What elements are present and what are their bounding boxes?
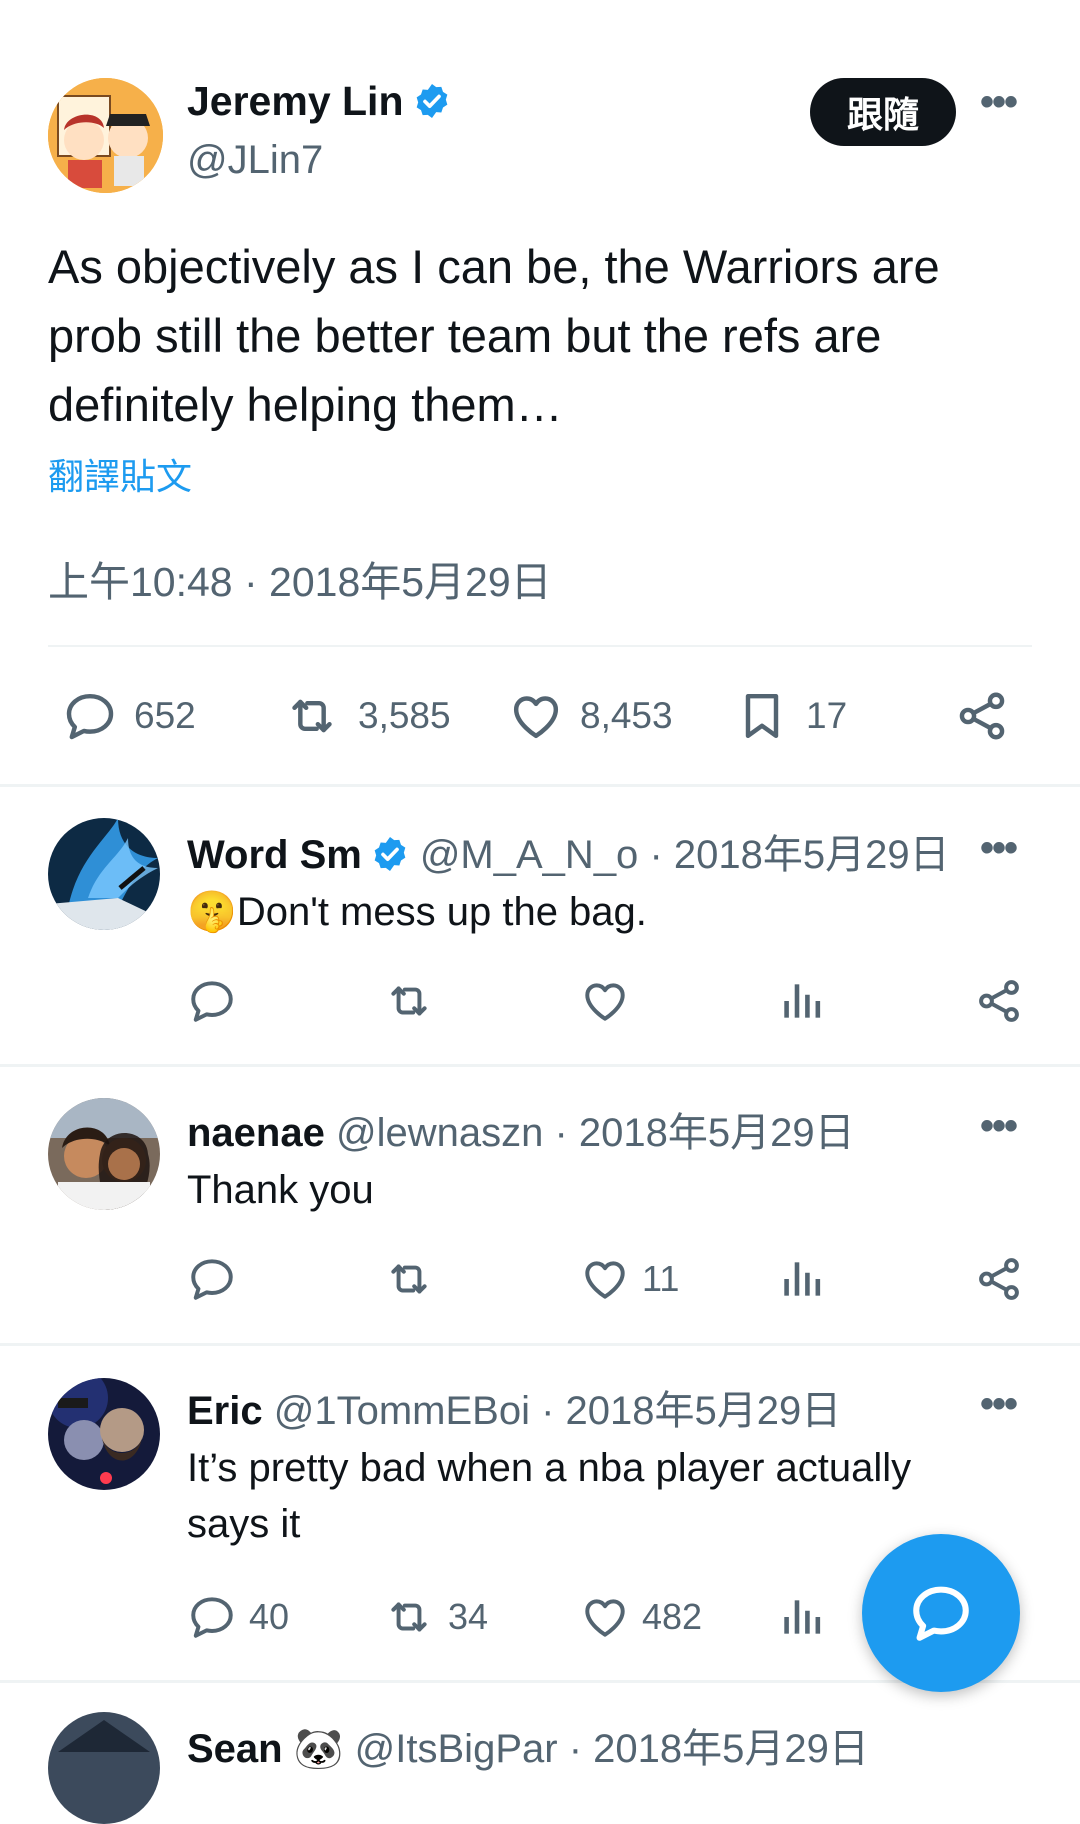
retweet-icon: [282, 688, 342, 744]
like-stat[interactable]: 8,453: [508, 688, 673, 744]
reply-author-name[interactable]: Sean: [187, 1727, 283, 1771]
author-name-text[interactable]: Jeremy Lin: [187, 78, 404, 124]
follow-button[interactable]: 跟隨: [810, 78, 956, 146]
reply-text: 🤫Don't mess up the bag.: [187, 884, 1007, 940]
like-icon: [580, 1592, 630, 1642]
reply-header: naenae @lewnaszn · 2018年5月29日: [187, 1100, 855, 1158]
reply-button[interactable]: [187, 1254, 249, 1304]
share-button[interactable]: [974, 1254, 1036, 1304]
reply-text-content: Don't mess up the bag.: [236, 890, 647, 934]
views-icon: [777, 976, 827, 1026]
compose-reply-button[interactable]: [862, 1534, 1020, 1692]
like-icon: [580, 1254, 630, 1304]
reply-header: Word Sm @M_A_N_o · 2018年5月29日: [187, 822, 950, 880]
share-button[interactable]: [974, 976, 1036, 1026]
reply-icon: [187, 976, 237, 1026]
verified-badge-icon: [370, 834, 410, 874]
views-button[interactable]: [777, 1254, 839, 1304]
shushing-face-emoji: 🤫: [187, 890, 237, 934]
tweet-timestamp[interactable]: 上午10:48 · 2018年5月29日: [48, 548, 552, 608]
like-count: 8,453: [580, 695, 673, 736]
share-button[interactable]: [954, 688, 1026, 744]
reply-author-name[interactable]: Eric: [187, 1389, 263, 1433]
translate-link[interactable]: 翻譯貼文: [48, 448, 192, 500]
reply-author-handle[interactable]: @1TommEBoi: [274, 1389, 530, 1433]
divider: [0, 1064, 1080, 1067]
reply-icon: [187, 1254, 237, 1304]
reply-avatar[interactable]: [48, 1712, 160, 1824]
divider: [0, 784, 1080, 787]
retweet-icon: [382, 1254, 436, 1304]
retweet-icon: [382, 1592, 436, 1642]
views-button[interactable]: [777, 1592, 839, 1642]
more-options-icon[interactable]: •••: [980, 1104, 1018, 1149]
reply-avatar[interactable]: [48, 1098, 160, 1210]
reply-button[interactable]: 40: [187, 1592, 289, 1642]
reply-header: Eric @1TommEBoi · 2018年5月29日: [187, 1378, 841, 1436]
like-icon: [508, 688, 564, 744]
retweet-button[interactable]: [382, 1254, 448, 1304]
tweet-text: As objectively as I can be, the Warriors…: [48, 240, 940, 431]
share-icon: [974, 976, 1024, 1026]
bookmark-count: 17: [806, 695, 848, 736]
reply-actions: [187, 976, 1037, 1028]
retweet-icon: [382, 976, 436, 1026]
like-icon: [580, 976, 630, 1026]
like-button[interactable]: [580, 976, 642, 1026]
author-name[interactable]: Jeremy Lin: [187, 78, 452, 125]
reply-count: 652: [134, 695, 196, 736]
reply-avatar[interactable]: [48, 818, 160, 930]
bookmark-icon: [734, 688, 790, 744]
like-count: 482: [642, 1596, 703, 1637]
reply-button[interactable]: [187, 976, 249, 1026]
like-button[interactable]: 11: [580, 1254, 679, 1304]
like-button[interactable]: 482: [580, 1592, 702, 1642]
views-button[interactable]: [777, 976, 839, 1026]
reply-date[interactable]: · 2018年5月29日: [554, 1111, 854, 1155]
reply-author-handle[interactable]: @lewnaszn: [336, 1111, 543, 1155]
more-options-icon[interactable]: •••: [980, 80, 1018, 125]
retweet-stat[interactable]: 3,585: [282, 688, 451, 744]
retweet-count: 3,585: [358, 695, 451, 736]
like-count: 11: [642, 1258, 680, 1299]
reply-icon: [62, 688, 118, 744]
reply-author-name[interactable]: Word Sm: [187, 833, 362, 877]
share-icon: [954, 688, 1010, 744]
more-options-icon[interactable]: •••: [980, 1382, 1018, 1427]
retweet-button[interactable]: [382, 976, 448, 1026]
reply-header: Sean 🐼 @ItsBigPar · 2018年5月29日: [187, 1716, 869, 1774]
reply-actions: 11: [187, 1254, 1037, 1306]
reply-date[interactable]: · 2018年5月29日: [541, 1389, 841, 1433]
chat-bubble-icon: [913, 1586, 969, 1641]
author-avatar[interactable]: [48, 78, 163, 193]
more-options-icon[interactable]: •••: [980, 826, 1018, 871]
reply-avatar[interactable]: [48, 1378, 160, 1490]
reply-author-name[interactable]: naenae: [187, 1111, 325, 1155]
author-handle[interactable]: @JLin7: [187, 138, 323, 183]
share-icon: [974, 1254, 1024, 1304]
reply-count: 40: [249, 1596, 290, 1637]
bookmark-stat[interactable]: 17: [734, 688, 847, 744]
views-icon: [777, 1592, 827, 1642]
reply-date[interactable]: · 2018年5月29日: [649, 833, 949, 877]
retweet-button[interactable]: 34: [382, 1592, 488, 1642]
retweet-count: 34: [448, 1596, 489, 1637]
reply-author-handle[interactable]: @M_A_N_o: [420, 833, 638, 877]
panda-emoji: 🐼: [293, 1727, 344, 1771]
reply-stat[interactable]: 652: [62, 688, 196, 744]
verified-badge-icon: [412, 81, 452, 121]
reply-date[interactable]: · 2018年5月29日: [569, 1727, 869, 1771]
reply-text: It’s pretty bad when a nba player actual…: [187, 1446, 912, 1546]
views-icon: [777, 1254, 827, 1304]
divider: [0, 1343, 1080, 1346]
reply-icon: [187, 1592, 237, 1642]
divider: [48, 645, 1032, 647]
reply-text: Thank you: [187, 1168, 374, 1212]
reply-author-handle[interactable]: @ItsBigPar: [355, 1727, 558, 1771]
